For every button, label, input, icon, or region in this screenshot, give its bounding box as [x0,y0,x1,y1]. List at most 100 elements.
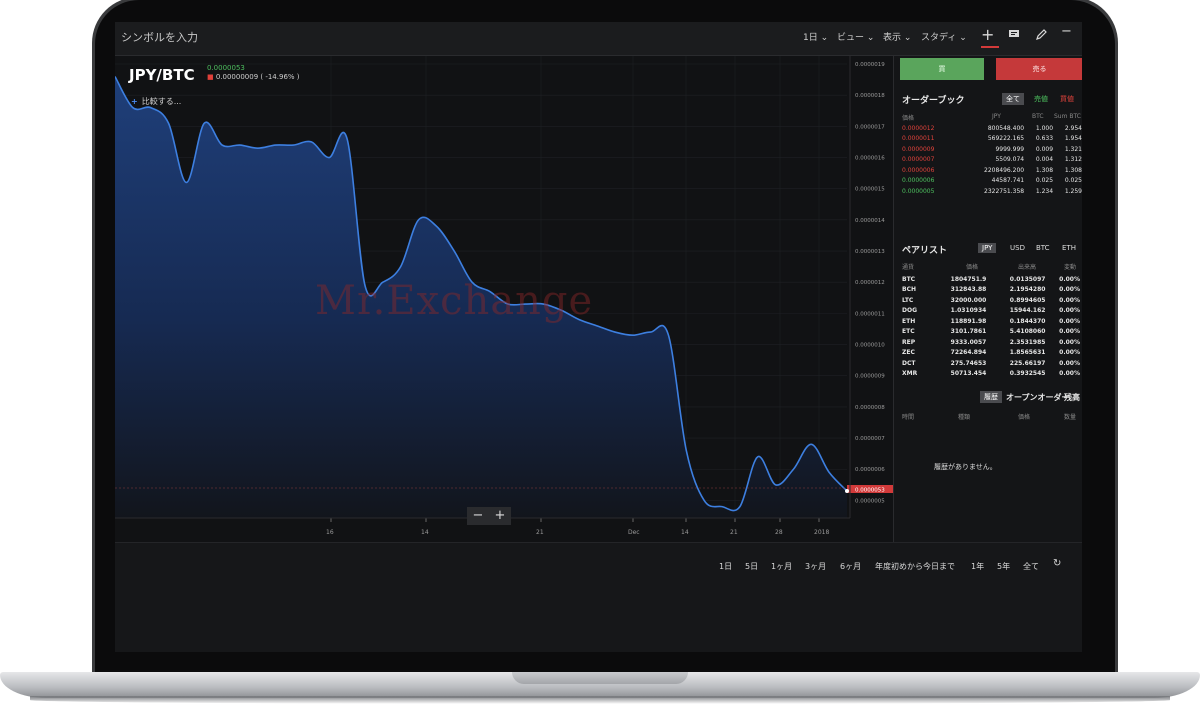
pair-tab-jpy[interactable]: JPY [978,243,997,253]
ob-price: 0.0000006 [902,166,935,174]
y-tick-label: 0.0000006 [855,467,885,473]
range-5d[interactable]: 5日 [745,561,758,572]
refresh-icon[interactable]: ↻ [1053,558,1061,569]
range-ytd[interactable]: 年度初めから今日まで [875,561,955,572]
pencil-icon[interactable] [1035,28,1048,45]
orderbook-tab-bid[interactable]: 買値 [1056,93,1078,105]
pair-row[interactable]: LTC 32000.000 0.8994605 0.00% [902,295,1080,306]
study-dropdown[interactable]: スタディ ⌄ [921,30,967,43]
ob-header-jpy: JPY [992,113,1001,120]
orderbook-tab-all[interactable]: 全て [1002,93,1024,105]
minus-icon[interactable]: − [1061,24,1072,39]
view-dropdown[interactable]: ビュー ⌄ [837,30,874,43]
range-1m[interactable]: 1ヶ月 [771,561,792,572]
range-1y[interactable]: 1年 [971,561,984,572]
pair-volume: 2.3531985 [1009,338,1046,346]
y-tick-label: 0.0000017 [855,124,885,130]
orders-header-type: 種類 [958,414,971,421]
ob-sum: 1.954 [1064,135,1082,143]
pair-row[interactable]: BTC 1804751.9 0.0135097 0.00% [902,274,1080,285]
ob-header-sum: Sum BTC [1054,113,1081,120]
plus-icon[interactable]: + [981,25,994,44]
orders-header-price: 価格 [1018,414,1031,421]
pair-row[interactable]: ZEC 72264.894 1.8565631 0.00% [902,348,1080,359]
pair-change-cell: 0.00% [1059,349,1080,357]
pair-tab-btc[interactable]: BTC [1032,243,1054,253]
y-tick-label: 0.0000013 [855,249,885,255]
pair-row[interactable]: BCH 312843.88 2.1954280 0.00% [902,285,1080,296]
range-5y[interactable]: 5年 [997,561,1010,572]
pair-price-cell: 72264.894 [950,349,987,357]
active-tool-underline [981,46,999,48]
compare-label: 比較する... [141,97,182,106]
ob-btc: 0.633 [1035,135,1054,143]
compare-button[interactable]: + 比較する... [131,96,181,107]
x-tick-label: Dec [628,529,640,536]
buy-button[interactable]: 買 [900,58,984,80]
pair-row[interactable]: ETH 118891.98 0.1844370 0.00% [902,316,1080,327]
ob-btc: 1.000 [1035,124,1054,132]
pair-price-cell: 312843.88 [950,286,987,294]
orderbook-row[interactable]: 0.0000005 2322751.358 1.234 1.259 [902,186,1082,197]
ob-price: 0.0000007 [902,156,935,164]
orderbook-row[interactable]: 0.0000006 2208496.200 1.308 1.308 [902,165,1082,176]
display-dropdown[interactable]: 表示 ⌄ [883,30,911,43]
pair-tab-eth[interactable]: ETH [1058,243,1080,253]
pair-row[interactable]: XMR 50713.454 0.3932545 0.00% [902,369,1080,380]
pairlist-table: BTC 1804751.9 0.0135097 0.00% BCH 312843.88 2.… [902,274,1080,379]
orders-empty-message: 履歴がありません。 [934,463,997,471]
range-1d[interactable]: 1日 [719,561,732,572]
pair-tab-usd[interactable]: USD [1006,243,1029,253]
orderbook-row[interactable]: 0.0000011 569222.165 0.633 1.954 [902,134,1082,145]
watermark-logo: Mr.Exchange [315,278,594,324]
interval-dropdown[interactable]: 1日 ⌄ [803,30,828,43]
y-tick-label: 0.0000011 [855,311,885,317]
orderbook-table: 0.0000012 800548.400 1.000 2.954 0.0000011 56… [902,123,1082,197]
pl-header-price: 価格 [966,264,979,271]
comment-icon[interactable] [1008,28,1020,44]
range-3m[interactable]: 3ヶ月 [805,561,826,572]
laptop-shadow [30,696,1170,704]
y-tick-label: 0.0000018 [855,93,885,99]
pair-row[interactable]: DCT 275.74653 225.66197 0.00% [902,358,1080,369]
orders-tab-balance[interactable]: 残高 [1064,392,1080,403]
laptop-notch [512,672,688,684]
orderbook-row[interactable]: 0.0000012 800548.400 1.000 2.954 [902,123,1082,134]
ob-sum: 1.321 [1064,145,1082,153]
ob-jpy: 5509.074 [995,156,1025,164]
ob-header-price: 価格 [902,115,915,122]
orders-header-qty: 数量 [1064,414,1077,421]
pair-row[interactable]: ETC 3101.7861 5.4108060 0.00% [902,327,1080,338]
ob-price: 0.0000012 [902,124,935,132]
x-tick-label: 28 [775,529,783,536]
ob-price: 0.0000005 [902,187,935,195]
pair-volume: 1.8565631 [1009,349,1046,357]
pair-symbol: BTC [902,275,916,283]
orderbook-row[interactable]: 0.0000007 5509.074 0.004 1.312 [902,155,1082,166]
pl-header-chg: 変動 [1064,264,1077,271]
pair-price-cell: 32000.000 [950,296,987,304]
range-all[interactable]: 全て [1023,561,1039,572]
orders-tab-open[interactable]: オープンオーダー [1006,392,1070,403]
orderbook-tab-ask[interactable]: 売値 [1030,93,1052,105]
trading-panel: 買 売る オーダーブック 全て 売値 買値 価格 JPY BTC Sum BTC… [893,56,1082,542]
pair-change-cell: 0.00% [1059,370,1080,378]
orderbook-row[interactable]: 0.0000006 44587.741 0.025 0.025 [902,176,1082,187]
orders-tab-history[interactable]: 履歴 [980,391,1002,403]
ob-price: 0.0000009 [902,145,935,153]
range-6m[interactable]: 6ヶ月 [840,561,861,572]
sell-button[interactable]: 売る [996,58,1082,80]
pair-volume: 5.4108060 [1009,328,1046,336]
zoom-out-button[interactable]: − [473,507,484,525]
pair-symbol: REP [902,338,916,346]
symbol-input[interactable]: シンボルを入力 [121,29,198,45]
pair-volume: 0.3932545 [1009,370,1046,378]
pair-row[interactable]: DOG 1.0310934 15944.162 0.00% [902,306,1080,317]
pair-change: ■ 0.00000009 ( -14.96% ) [207,73,300,81]
y-tick-label: 0.0000008 [855,405,885,411]
pair-row[interactable]: REP 9333.0057 2.3531985 0.00% [902,337,1080,348]
y-tick-label: 0.0000009 [855,374,885,380]
zoom-in-button[interactable]: + [495,507,506,525]
orderbook-row[interactable]: 0.0000009 9999.999 0.009 1.321 [902,144,1082,155]
price-chart[interactable]: 0.0000053 0.0000019 0.0000018 0.0000017 0.0… [115,56,893,542]
